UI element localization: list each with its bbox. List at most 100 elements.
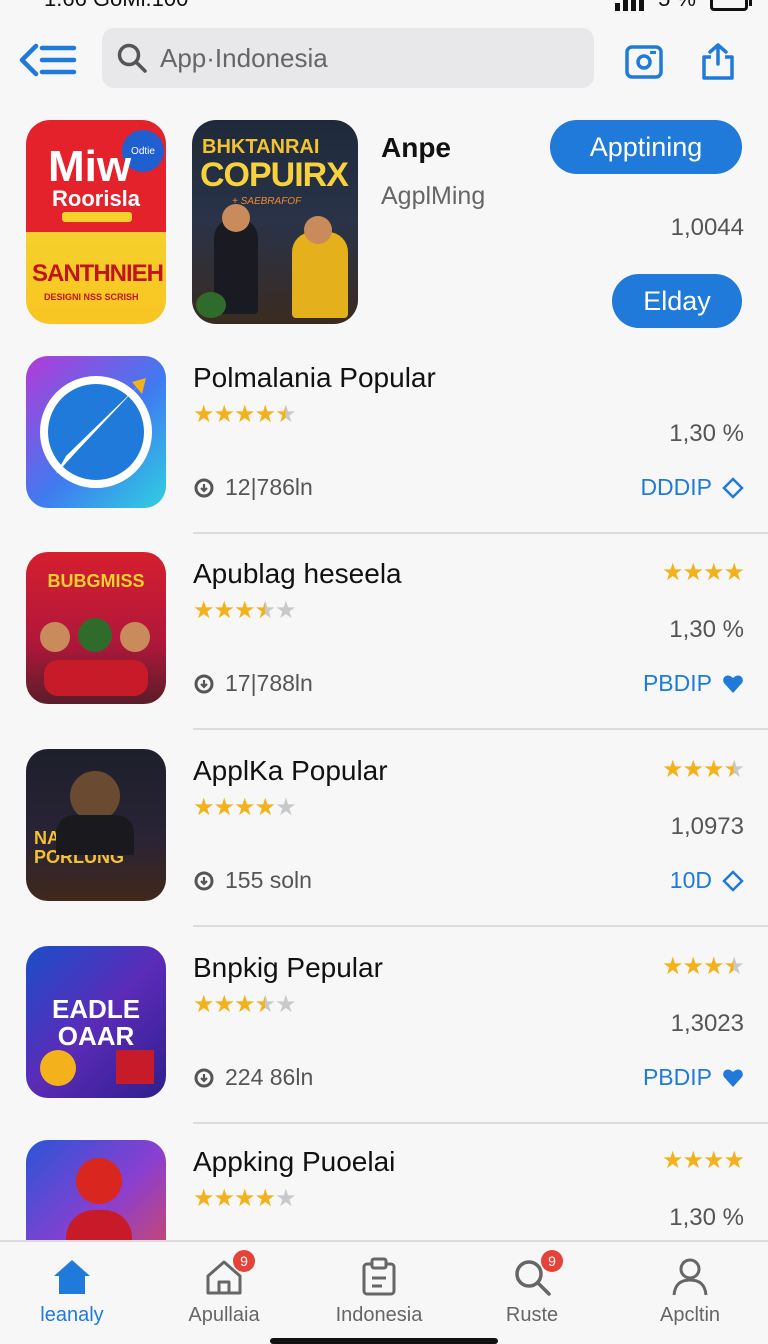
rating-stars: ★★★★★ bbox=[193, 400, 297, 429]
star-half-icon: ★ bbox=[254, 597, 276, 624]
app-title[interactable]: Apublag heseela bbox=[193, 558, 402, 590]
app-list-item[interactable]: Polmalania Popular ★★★★★ 1,30 % 12|786ln DDD… bbox=[0, 356, 768, 552]
download-count: 12|786ln bbox=[193, 474, 313, 501]
rating-value: 1,3023 bbox=[670, 1010, 744, 1037]
featured-app-icon-1[interactable]: Odtie Miw Roorisla SANTHNIEH DESIGNI NSS… bbox=[26, 120, 166, 324]
notification-badge: 9 bbox=[233, 1250, 255, 1272]
star-icon: ★ bbox=[193, 401, 214, 428]
signal-icon bbox=[615, 0, 645, 11]
star-icon: ★ bbox=[682, 559, 703, 586]
star-empty-icon: ★ bbox=[275, 794, 296, 821]
person-icon bbox=[669, 1256, 711, 1298]
diamond-icon bbox=[722, 476, 744, 499]
star-icon: ★ bbox=[213, 794, 235, 821]
download-count: 17|788ln bbox=[193, 670, 313, 697]
battery-icon bbox=[710, 0, 752, 11]
star-empty-icon: ★ bbox=[275, 1185, 296, 1212]
rating-stars: ★★★★★ bbox=[193, 1184, 297, 1213]
rating-value: 1,30 % bbox=[669, 616, 744, 643]
secondary-action-button[interactable]: Elday bbox=[612, 274, 742, 328]
rating-value: 1,30 % bbox=[669, 1204, 744, 1231]
star-icon: ★ bbox=[254, 794, 276, 821]
compass-icon bbox=[40, 376, 152, 488]
tab-ruste[interactable]: 9 Ruste bbox=[462, 1250, 602, 1327]
top-nav bbox=[0, 28, 768, 92]
search-icon: 9 bbox=[511, 1250, 563, 1298]
rating-stars: ★★★★★ bbox=[193, 990, 297, 1019]
back-icon[interactable] bbox=[18, 40, 78, 80]
app-icon-label: BUBGMISS bbox=[47, 571, 145, 591]
star-empty-icon: ★ bbox=[275, 991, 296, 1018]
status-bar: 1.66 GoMi.100 5 % bbox=[0, 0, 768, 16]
app-list-item[interactable]: NASIKONI PORLUNGApplKa Popular★★★★★★★★★1… bbox=[0, 749, 768, 945]
divider bbox=[193, 925, 768, 927]
app-title[interactable]: Polmalania Popular bbox=[193, 362, 436, 394]
download-icon bbox=[194, 674, 214, 693]
diamond-icon bbox=[722, 869, 744, 892]
tab-indonesia[interactable]: Indonesia bbox=[309, 1256, 449, 1327]
tab-apcltin[interactable]: Apcltin bbox=[620, 1256, 760, 1327]
app-title[interactable]: Appking Puoelai bbox=[193, 1146, 395, 1178]
app-title[interactable]: Bnpkig Pepular bbox=[193, 952, 383, 984]
app-icon[interactable]: NASIKONI PORLUNG bbox=[26, 749, 166, 901]
star-icon: ★ bbox=[234, 991, 255, 1018]
download-icon bbox=[194, 1068, 214, 1087]
download-icon bbox=[194, 871, 214, 890]
star-half-icon: ★ bbox=[254, 991, 276, 1018]
star-icon: ★ bbox=[702, 1147, 724, 1174]
star-icon: ★ bbox=[213, 401, 235, 428]
star-icon: ★ bbox=[723, 559, 744, 586]
star-half-icon: ★ bbox=[723, 756, 744, 783]
notification-badge: 9 bbox=[541, 1250, 563, 1272]
star-icon: ★ bbox=[254, 401, 276, 428]
star-icon: ★ bbox=[702, 559, 724, 586]
heart-icon bbox=[723, 1068, 743, 1087]
app-icon[interactable]: EADLE OAAR bbox=[26, 946, 166, 1098]
search-bar[interactable] bbox=[102, 28, 594, 88]
featured-app-icon-2[interactable]: BHKTANRAI COPUIRX + SAEBRAFOF bbox=[192, 120, 358, 324]
rating-value: 1,0973 bbox=[670, 813, 744, 840]
app-tag-button[interactable]: PBDIP bbox=[643, 1064, 744, 1091]
house-outline-icon: 9 bbox=[203, 1250, 255, 1298]
status-time: 1.66 GoMi.100 bbox=[44, 0, 188, 12]
tab-home[interactable]: leanaly bbox=[2, 1256, 142, 1327]
tab-apullaia[interactable]: 9 Apullaia bbox=[154, 1250, 294, 1327]
star-half-icon: ★ bbox=[723, 953, 744, 980]
download-icon bbox=[194, 478, 214, 497]
star-icon: ★ bbox=[682, 1147, 703, 1174]
app-list-item[interactable]: BUBGMISS Apublag heseela ★★★★★ ★★★★ 1,30 % 17… bbox=[0, 552, 768, 748]
app-icon[interactable]: BUBGMISS bbox=[26, 552, 166, 704]
star-icon: ★ bbox=[682, 953, 703, 980]
star-icon: ★ bbox=[702, 953, 724, 980]
battery-percent: 5 % bbox=[658, 0, 696, 12]
star-icon: ★ bbox=[661, 1147, 683, 1174]
star-icon: ★ bbox=[234, 1185, 255, 1212]
search-icon bbox=[117, 43, 147, 73]
primary-action-button[interactable]: Apptining bbox=[550, 120, 742, 174]
search-input[interactable] bbox=[160, 42, 560, 74]
rating-stars: ★★★★★ bbox=[193, 596, 297, 625]
star-half-icon: ★ bbox=[275, 401, 296, 428]
app-tag-button[interactable]: 10D bbox=[670, 867, 744, 894]
star-empty-icon: ★ bbox=[275, 597, 296, 624]
download-count: 224 86ln bbox=[193, 1064, 313, 1091]
rating-stars-secondary: ★★★★ bbox=[662, 755, 745, 784]
share-icon[interactable] bbox=[698, 42, 738, 82]
star-icon: ★ bbox=[723, 1147, 744, 1174]
star-icon: ★ bbox=[213, 991, 235, 1018]
featured-title: Anpe bbox=[381, 132, 451, 163]
star-icon: ★ bbox=[193, 991, 214, 1018]
star-icon: ★ bbox=[682, 756, 703, 783]
app-title[interactable]: ApplKa Popular bbox=[193, 755, 388, 787]
app-icon[interactable] bbox=[26, 356, 166, 508]
app-tag-button[interactable]: PBDIP bbox=[643, 670, 744, 697]
rating-stars-secondary: ★★★★ bbox=[662, 952, 745, 981]
rating-stars: ★★★★★ bbox=[193, 793, 297, 822]
camera-scan-icon[interactable] bbox=[624, 42, 664, 82]
app-list-item[interactable]: EADLE OAAR Bnpkig Pepular ★★★★★ ★★★★ 1,3023 2… bbox=[0, 946, 768, 1142]
divider bbox=[193, 532, 768, 534]
home-icon bbox=[51, 1256, 93, 1298]
star-icon: ★ bbox=[234, 794, 255, 821]
app-tag-button[interactable]: DDDIP bbox=[640, 474, 744, 501]
star-icon: ★ bbox=[702, 756, 724, 783]
